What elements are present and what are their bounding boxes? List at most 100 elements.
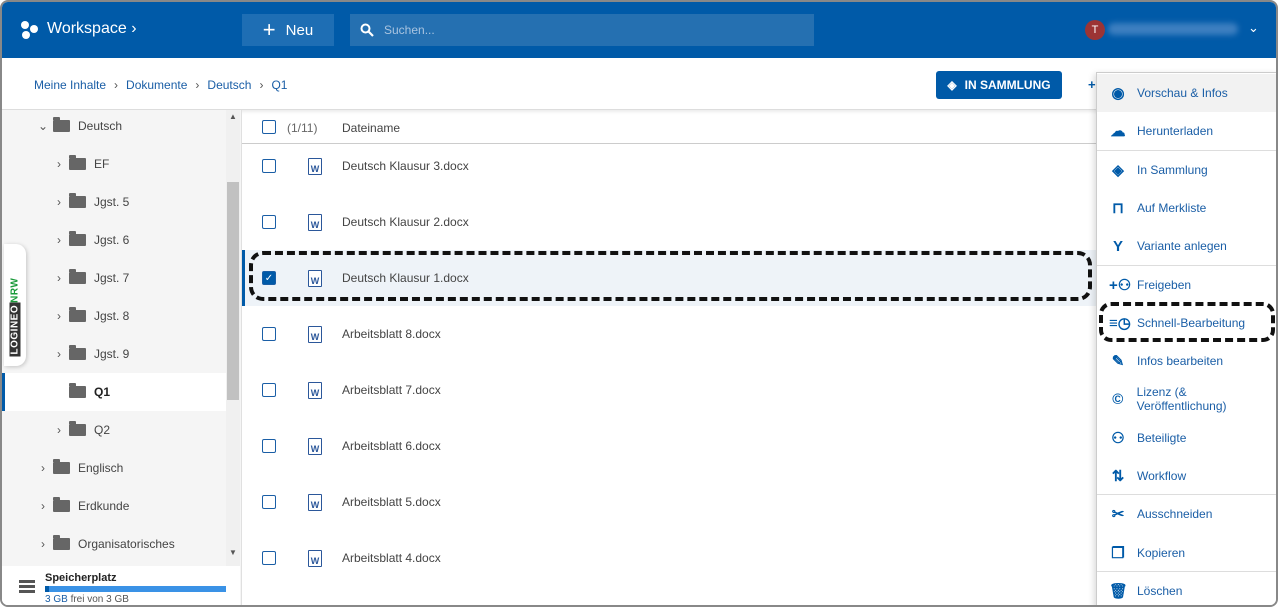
file-checkbox[interactable] (262, 215, 276, 229)
menu-item-herunterladen[interactable]: ☁ Herunterladen (1097, 112, 1276, 150)
file-checkbox[interactable] (262, 159, 276, 173)
file-name[interactable]: Arbeitsblatt 6.docx (342, 439, 441, 453)
menu-item-label: Schnell-Bearbeitung (1137, 315, 1246, 330)
menu-item-label: Freigeben (1137, 277, 1192, 292)
chevron-right-icon[interactable]: › (37, 537, 49, 551)
chevron-right-icon[interactable]: › (53, 347, 65, 361)
tree-node[interactable]: › EF (2, 145, 226, 183)
tree-node[interactable]: › Q2 (2, 411, 226, 449)
tree-node[interactable]: › Jgst. 5 (2, 183, 226, 221)
file-name[interactable]: Arbeitsblatt 5.docx (342, 495, 441, 509)
tree-node[interactable]: › Erdkunde (2, 487, 226, 525)
menu-item-label: Auf Merkliste (1137, 200, 1207, 215)
chevron-down-icon[interactable]: ⌄ (37, 119, 49, 133)
menu-item-lizenz-veröffentlichung[interactable]: © Lizenz (& Veröffentlichung) (1097, 380, 1276, 418)
chevron-right-icon[interactable]: › (37, 499, 49, 513)
context-menu: ◉ Vorschau & Infos ☁ Herunterladen ◈ In Samml… (1096, 72, 1276, 605)
menu-item-schnell-bearbeitung[interactable]: ≡◷ Schnell-Bearbeitung (1097, 304, 1276, 342)
folder-icon (69, 231, 86, 246)
tree-node[interactable]: ⌄ Deutsch (2, 110, 226, 145)
file-checkbox[interactable] (262, 495, 276, 509)
breadcrumb-item[interactable]: Dokumente (126, 78, 187, 92)
workflow-arrows-icon: ⇅ (1111, 468, 1125, 485)
chevron-right-icon[interactable]: › (53, 157, 65, 171)
tree-node[interactable]: Q1 (2, 373, 226, 411)
selection-count: (1/11) (287, 121, 318, 135)
search-input[interactable] (384, 23, 784, 37)
file-name[interactable]: Deutsch Klausur 3.docx (342, 159, 469, 173)
scroll-up-icon[interactable]: ▲ (229, 112, 237, 121)
breadcrumb-item[interactable]: Deutsch (207, 78, 251, 92)
chevron-right-icon[interactable]: › (53, 233, 65, 247)
scrollbar-thumb[interactable] (227, 182, 239, 400)
top-bar: Workspace › + Neu T ⌄ (2, 2, 1276, 58)
menu-item-löschen[interactable]: 🗑 Löschen (1097, 572, 1276, 605)
chevron-down-icon[interactable]: ⌄ (1248, 20, 1259, 36)
menu-item-beteiligte[interactable]: ⚇ Beteiligte (1097, 419, 1276, 457)
select-all-checkbox[interactable] (262, 120, 276, 134)
chevron-right-icon: › (131, 20, 137, 37)
chevron-right-icon[interactable]: › (53, 309, 65, 323)
breadcrumb-bar: Meine Inhalte › Dokumente › Deutsch › Q1 ◈ IN S… (2, 58, 1276, 110)
menu-item-workflow[interactable]: ⇅ Workflow (1097, 457, 1276, 495)
tree-node[interactable]: › Jgst. 9 (2, 335, 226, 373)
word-document-icon: W (308, 214, 322, 231)
file-name[interactable]: Arbeitsblatt 8.docx (342, 327, 441, 341)
file-name[interactable]: Arbeitsblatt 7.docx (342, 383, 441, 397)
menu-item-infos-bearbeiten[interactable]: ✎ Infos bearbeiten (1097, 342, 1276, 380)
file-checkbox[interactable] (262, 327, 276, 341)
eye-icon: ◉ (1111, 85, 1125, 102)
tree-node[interactable]: › Englisch (2, 449, 226, 487)
file-name[interactable]: Deutsch Klausur 1.docx (342, 271, 469, 285)
menu-item-kopieren[interactable]: ❐ Kopieren (1097, 534, 1276, 572)
avatar[interactable]: T (1085, 20, 1105, 40)
chevron-right-icon: › (114, 78, 119, 92)
folder-icon (69, 193, 86, 208)
breadcrumb-item[interactable]: Q1 (271, 78, 287, 92)
chevron-right-icon: › (195, 78, 200, 92)
chevron-right-icon[interactable]: › (53, 423, 65, 437)
tree-node[interactable]: › Jgst. 8 (2, 297, 226, 335)
chevron-right-icon[interactable]: › (53, 271, 65, 285)
tree-node[interactable]: › Organisatorisches (2, 525, 226, 563)
tree-node-label: Q2 (94, 423, 111, 437)
bookmark-icon: ⊓ (1112, 199, 1124, 217)
file-checkbox[interactable] (262, 439, 276, 453)
sidebar-scrollbar[interactable]: ▲ ▼ (226, 110, 240, 566)
logineo-tab[interactable]: LOGINEONRW (4, 244, 26, 366)
chevron-right-icon[interactable]: › (53, 195, 65, 209)
tree-node[interactable]: › Jgst. 6 (2, 221, 226, 259)
storage-bar (45, 586, 226, 592)
in-collection-button[interactable]: ◈ IN SAMMLUNG (936, 71, 1062, 99)
word-document-icon: W (308, 382, 322, 399)
menu-item-in-sammlung[interactable]: ◈ In Sammlung (1097, 151, 1276, 189)
search-icon (360, 23, 374, 37)
add-more-button[interactable]: + (1088, 77, 1096, 92)
menu-item-ausschneiden[interactable]: ✂ Ausschneiden (1097, 495, 1276, 533)
breadcrumb-item[interactable]: Meine Inhalte (34, 78, 106, 92)
chevron-right-icon[interactable]: › (37, 461, 49, 475)
storage-panel: Speicherplatz 3 GB frei von 3 GB (2, 566, 240, 605)
storage-used-fill (45, 586, 49, 592)
word-document-icon: W (308, 270, 322, 287)
menu-item-label: Vorschau & Infos (1137, 86, 1228, 100)
workspace-menu[interactable]: Workspace › (47, 20, 137, 38)
layers-icon: ◈ (1112, 161, 1124, 179)
file-checkbox[interactable]: ✓ (262, 271, 276, 285)
menu-item-freigeben[interactable]: +⚇ Freigeben (1097, 266, 1276, 304)
file-name[interactable]: Deutsch Klausur 2.docx (342, 215, 469, 229)
menu-item-vorschau-infos[interactable]: ◉ Vorschau & Infos (1097, 74, 1276, 112)
file-checkbox[interactable] (262, 383, 276, 397)
menu-item-label: In Sammlung (1137, 162, 1208, 177)
tree-node[interactable]: › Jgst. 7 (2, 259, 226, 297)
file-checkbox[interactable] (262, 551, 276, 565)
scroll-down-icon[interactable]: ▼ (229, 548, 237, 557)
trash-icon: 🗑 (1109, 582, 1129, 600)
search-box[interactable] (350, 14, 814, 46)
menu-item-auf-merkliste[interactable]: ⊓ Auf Merkliste (1097, 189, 1276, 227)
menu-item-variante-anlegen[interactable]: Y Variante anlegen (1097, 227, 1276, 265)
file-name[interactable]: Arbeitsblatt 4.docx (342, 551, 441, 565)
tree-node-label: Jgst. 5 (94, 195, 130, 209)
new-button[interactable]: + Neu (242, 14, 334, 46)
column-filename[interactable]: Dateiname (342, 121, 400, 135)
